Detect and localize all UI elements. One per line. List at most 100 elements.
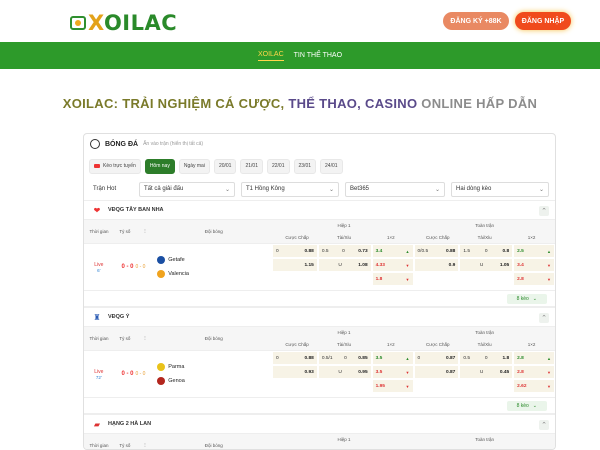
odds-row: 1.95 ▼ 2.62 ▼ (272, 379, 555, 393)
chevron-up-icon[interactable]: ⌃ (539, 420, 549, 430)
arrow-down-icon: ▼ (405, 369, 410, 375)
team-away[interactable]: Genoa (157, 377, 272, 385)
odds-cell-handicap[interactable]: 0 0.87 (414, 352, 459, 364)
odds-cell-handicap[interactable]: 1.15 (272, 259, 317, 271)
ou-line: 0.5 (463, 355, 471, 361)
odds-cell-over-under[interactable]: 0.5/1 0 0.85 (318, 352, 371, 364)
tab-tomorrow[interactable]: Ngày mai (178, 158, 210, 174)
odds-cell-handicap[interactable]: 0.9 (414, 259, 459, 271)
odds-cell-over-under[interactable]: U 1.05 (460, 259, 513, 271)
odds-cell-1x2[interactable]: 2.8 ▼ (514, 366, 555, 378)
match-odds: 0 0.88 0.5 0 0.73 3.4 ▲ 0/0.5 0.88 1.5 0 0.8 2.5 ▲ 1.1… (272, 244, 555, 290)
tab-today[interactable]: Hôm nay (144, 158, 175, 174)
odds-cell-1x2[interactable]: 4.33 ▼ (372, 259, 413, 271)
odds-value: 4.33 (375, 262, 385, 268)
odds-value: 1.15 (304, 262, 314, 268)
odds-cell-over-under[interactable]: 1.5 0 0.8 (460, 245, 513, 257)
odds-cell-1x2[interactable]: 2.8 ▲ (514, 352, 555, 364)
odds-cell-1x2[interactable]: 3.5 ▼ (372, 366, 413, 378)
tab-live[interactable]: Kèo trực tuyến (89, 158, 141, 174)
match-row[interactable]: Live 72' 0 - 00 - 0 Parma Genoa 0 0.88 0.5/1 0 0.… (84, 351, 555, 398)
more-odds-button[interactable]: 8 kèo ⌄ (506, 400, 547, 411)
ou-side: 0 (484, 355, 488, 361)
table-header: Thời gianTỷ số⫶Đội bóngHiệp 1Cược ChấpTà… (84, 327, 555, 351)
odds-value: 0.88 (446, 248, 456, 254)
nav-item-sports-news[interactable]: TIN THỂ THAO (294, 52, 342, 59)
team-name: Valencia (168, 271, 189, 277)
odds-cell-1x2[interactable]: 3.5 ▲ (372, 352, 413, 364)
odds-cell-over-under (319, 380, 371, 392)
odds-cell-over-under[interactable]: 0.5 0 0.73 (318, 245, 371, 257)
register-button[interactable]: ĐĂNG KÝ +88K (443, 12, 509, 30)
match-row[interactable]: Live 6' 0 - 00 - 0 Getafe Valencia 0 0.88 0.5 0 0… (84, 244, 555, 291)
col-score: Tỷ số (119, 336, 131, 341)
col-handicap: Cược Chấp (426, 234, 450, 240)
tab-date[interactable]: 22/01 (266, 158, 290, 174)
match-minute: 72' (95, 374, 102, 380)
odds-cell-1x2[interactable]: 1.8 ▼ (372, 273, 413, 285)
chevron-up-icon[interactable]: ⌃ (539, 313, 549, 323)
league-header[interactable]: ♜ VĐQG Ý ⌃ (84, 307, 555, 327)
odds-cell-over-under[interactable]: U 1.08 (318, 259, 371, 271)
odds-cell-handicap[interactable]: 0 0.88 (272, 245, 317, 257)
col-1x2: 1×2 (508, 446, 555, 450)
odds-value: 1.8 (502, 355, 510, 361)
tab-date[interactable]: 21/01 (240, 158, 263, 174)
chevron-down-icon: ⌄ (532, 402, 537, 409)
odds-cell-1x2[interactable]: 3.4 ▲ (372, 245, 413, 257)
table-header: Thời gianTỷ số⫶Đội bóngHiệp 1Cược ChấpTà… (84, 434, 555, 450)
date-tabs: Kèo trực tuyến Hôm nay Ngày mai 20/01 21… (84, 154, 555, 178)
odds-cell-1x2[interactable]: 2.5 ▲ (514, 245, 555, 257)
col-group-fulltime: Toàn trận Cược Chấp Tài/Xỉu 1×2 (414, 327, 555, 350)
login-button[interactable]: ĐĂNG NHẬP (515, 12, 571, 30)
odds-value: 0.73 (358, 248, 368, 254)
odds-cell-over-under[interactable]: U 0.45 (460, 366, 513, 378)
odds-value: 0.85 (358, 355, 368, 361)
bookmaker-select[interactable]: Bet365 ⌄ (345, 181, 445, 197)
odds-row: 1.8 ▼ 2.8 ▼ (272, 272, 555, 286)
team-home[interactable]: Getafe (157, 256, 272, 264)
odds-cell-1x2[interactable]: 2.62 ▼ (514, 380, 555, 392)
odds-cell-1x2[interactable]: 3.4 ▼ (514, 259, 555, 271)
chevron-down-icon: ⌄ (328, 186, 334, 193)
league-header[interactable]: ▰ HẠNG 2 HÀ LAN ⌃ (84, 414, 555, 434)
team-name: Getafe (168, 257, 185, 263)
odds-cell-1x2[interactable]: 2.8 ▼ (514, 273, 555, 285)
chevron-up-icon[interactable]: ⌃ (539, 206, 549, 216)
odds-cell-handicap[interactable]: 0 0.88 (272, 352, 317, 364)
region-select[interactable]: T1 Hồng Kông ⌄ (241, 181, 339, 197)
col-team: Đội bóng (204, 229, 223, 234)
odds-cell-1x2[interactable]: 1.95 ▼ (372, 380, 413, 392)
col-handicap: Cược Chấp (426, 341, 450, 347)
odds-cell-over-under[interactable]: U 0.95 (318, 366, 371, 378)
odds-cell-handicap[interactable]: 0/0.5 0.88 (414, 245, 459, 257)
odds-cell-handicap[interactable]: 0.93 (272, 366, 317, 378)
logo-text: XOILAC (88, 11, 178, 35)
ou-line: 1.5 (463, 248, 471, 254)
odds-value: 3.5 (375, 369, 383, 375)
more-odds-label: 8 kèo (516, 295, 529, 302)
odds-cell-over-under[interactable]: 0.5 0 1.8 (460, 352, 513, 364)
odds-cell-handicap[interactable]: 0.87 (414, 366, 459, 378)
team-away[interactable]: Valencia (157, 270, 272, 278)
team-home[interactable]: Parma (157, 363, 272, 371)
league-select[interactable]: Tất cả giải đấu ⌄ (139, 181, 235, 197)
arrow-down-icon: ▼ (547, 262, 552, 268)
team-name: Parma (168, 364, 185, 370)
league-header[interactable]: ❤ VĐQG TÂY BAN NHA ⌃ (84, 200, 555, 220)
tab-date[interactable]: 20/01 (213, 158, 237, 174)
match-minute: 6' (97, 267, 101, 273)
more-odds-button[interactable]: 8 kèo ⌄ (506, 293, 547, 304)
odds-value: 0.93 (304, 369, 314, 375)
tab-date[interactable]: 24/01 (320, 158, 343, 174)
panel-header: BÓNG ĐÁ Ấn vào trận (hiển thị tất cả) (84, 134, 555, 154)
site-logo[interactable]: XOILAC (70, 11, 177, 35)
hot-matches-filter[interactable]: Trận Hot (89, 181, 133, 197)
odds-lines-select[interactable]: Hai dòng kèo ⌄ (451, 181, 549, 197)
col-sub-headers: Cược Chấp Tài/Xỉu 1×2 (274, 232, 415, 244)
tab-date[interactable]: 23/01 (293, 158, 317, 174)
match-teams: Getafe Valencia (153, 244, 272, 290)
col-1x2: 1×2 (387, 341, 395, 347)
nav-item-xoilac[interactable]: XOILAC (257, 51, 284, 61)
arrow-up-icon: ▲ (405, 248, 410, 254)
